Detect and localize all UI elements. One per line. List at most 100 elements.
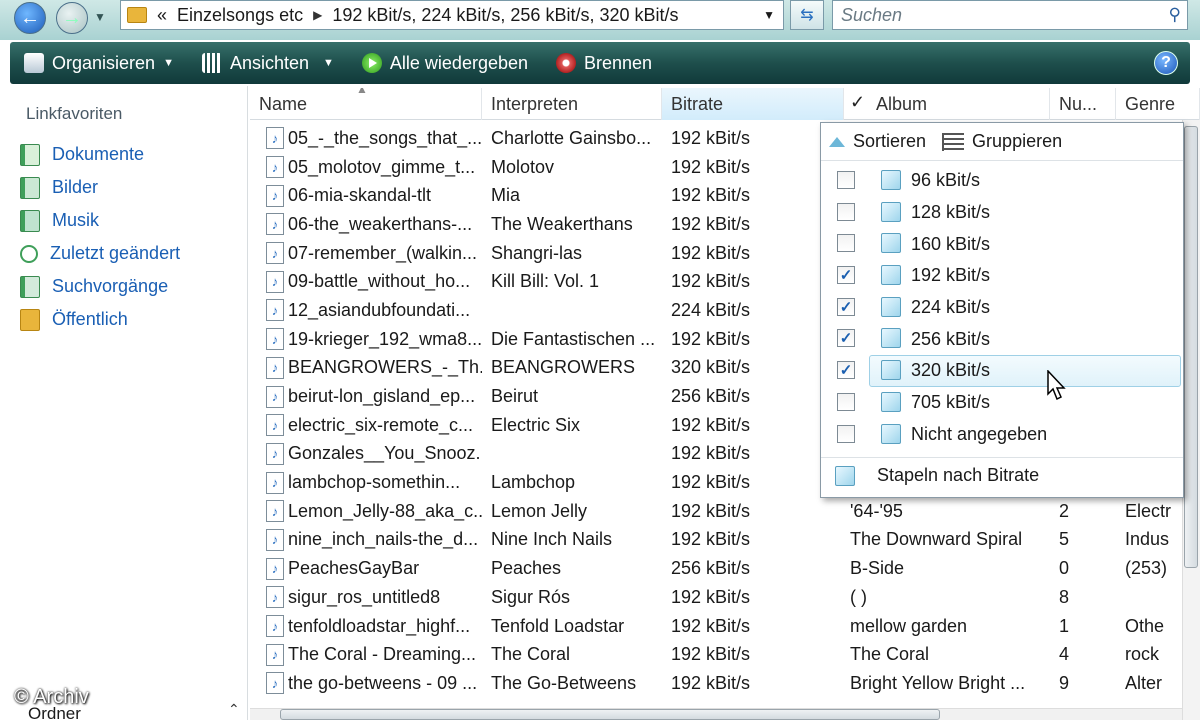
- cell-artist: Tenfold Loadstar: [482, 616, 662, 637]
- play-all-button[interactable]: Alle wiedergeben: [348, 42, 542, 84]
- filter-checkbox[interactable]: ✓: [837, 266, 855, 285]
- filter-option[interactable]: ✓ 320 kBit/s: [837, 355, 1181, 387]
- filter-option[interactable]: 96 kBit/s: [821, 165, 1183, 197]
- nav-item-recent[interactable]: Zuletzt geändert: [20, 237, 180, 270]
- nav-item-pictures[interactable]: Bilder: [20, 171, 180, 204]
- views-button[interactable]: Ansichten ▼: [188, 42, 348, 84]
- filter-option[interactable]: 128 kBit/s: [821, 197, 1183, 229]
- cell-artist: Lemon Jelly: [482, 501, 662, 522]
- audio-file-icon: ♪: [266, 615, 284, 638]
- cell-album-text: B-Side: [850, 558, 905, 579]
- breadcrumb-separator-icon[interactable]: ▶: [313, 8, 322, 22]
- back-button[interactable]: ←: [14, 2, 46, 34]
- command-bar: Organisieren ▼ Ansichten ▼ Alle wiederge…: [10, 42, 1190, 84]
- column-header-name[interactable]: Name ▲: [250, 88, 482, 120]
- table-row[interactable]: ♪ nine_inch_nails-the_d... Nine Inch Nails…: [250, 526, 1200, 555]
- group-button[interactable]: Gruppieren: [942, 131, 1062, 152]
- cell-name: ♪ PeachesGayBar: [250, 557, 482, 580]
- filter-option[interactable]: Nicht angegeben: [821, 419, 1183, 451]
- filter-option-label: 256 kBit/s: [911, 328, 991, 349]
- table-row[interactable]: ♪ the go-betweens - 09 ... The Go-Betweens…: [250, 669, 1200, 698]
- cell-artist-text: The Weakerthans: [491, 213, 633, 234]
- cell-name: ♪ sigur_ros_untitled8: [250, 586, 482, 609]
- organize-button[interactable]: Organisieren ▼: [10, 42, 188, 84]
- search-input[interactable]: Suchen ⚲: [832, 0, 1188, 30]
- column-header-album[interactable]: ✓ Album: [844, 88, 1050, 120]
- stack-by-bitrate-button[interactable]: Stapeln nach Bitrate: [835, 465, 1039, 486]
- audio-file-icon: ♪: [266, 127, 284, 150]
- chevron-down-icon: ▼: [323, 57, 334, 69]
- forward-button[interactable]: →: [56, 2, 88, 34]
- sort-button[interactable]: Sortieren: [829, 131, 926, 152]
- filter-checkbox[interactable]: [837, 171, 855, 189]
- cell-bitrate: 192 kBit/s: [662, 501, 844, 522]
- menu-divider: [821, 457, 1183, 458]
- filter-option[interactable]: ✓ 256 kBit/s: [821, 323, 1183, 355]
- filter-option[interactable]: 160 kBit/s: [821, 228, 1183, 260]
- chevron-up-icon[interactable]: ⌃: [228, 701, 240, 718]
- cell-bitrate-text: 192 kBit/s: [671, 500, 751, 521]
- column-header-artist[interactable]: Interpreten: [482, 88, 662, 120]
- cell-bitrate-text: 192 kBit/s: [671, 127, 751, 148]
- column-header-bitrate[interactable]: Bitrate: [662, 88, 844, 120]
- column-header-genre[interactable]: Genre: [1116, 88, 1200, 120]
- filter-checkbox[interactable]: ✓: [837, 329, 855, 348]
- pictures-icon: [20, 176, 40, 199]
- stack-icon: [881, 170, 901, 190]
- breadcrumb[interactable]: « Einzelsongs etc ▶ 192 kBit/s, 224 kBit…: [120, 0, 784, 30]
- cell-number-text: 2: [1059, 500, 1070, 521]
- table-row[interactable]: ♪ sigur_ros_untitled8 Sigur Rós 192 kBit/s (…: [250, 583, 1200, 612]
- stack-icon: [881, 201, 901, 222]
- filter-option[interactable]: ✓ 224 kBit/s: [821, 292, 1183, 324]
- filter-checkbox[interactable]: [837, 392, 855, 411]
- cell-artist: Lambchop: [482, 472, 662, 493]
- cell-artist-text: Kill Bill: Vol. 1: [491, 271, 600, 292]
- table-row[interactable]: ♪ PeachesGayBar Peaches 256 kBit/s B-Side 0 (2…: [250, 554, 1200, 583]
- nav-item-public[interactable]: Öffentlich: [20, 303, 180, 336]
- table-row[interactable]: ♪ Lemon_Jelly-88_aka_c... Lemon Jelly 192 k…: [250, 497, 1200, 526]
- group-label: Gruppieren: [972, 131, 1063, 151]
- column-label: Album: [876, 93, 928, 114]
- filter-option[interactable]: ✓ 192 kBit/s: [821, 260, 1183, 292]
- cell-name-text: 19-krieger_192_wma8...: [288, 328, 482, 349]
- cell-bitrate: 256 kBit/s: [662, 386, 844, 407]
- breadcrumb-item-bitrates[interactable]: 192 kBit/s, 224 kBit/s, 256 kBit/s, 320 …: [332, 5, 678, 26]
- nav-item-searches[interactable]: Suchvorgänge: [20, 270, 180, 303]
- search-icon[interactable]: ⚲: [1169, 5, 1181, 25]
- table-row[interactable]: ♪ The Coral - Dreaming... The Coral 192 kBi…: [250, 640, 1200, 669]
- cell-artist: Peaches: [482, 558, 662, 579]
- cell-name: ♪ 12_asiandubfoundati...: [250, 299, 482, 322]
- burn-button[interactable]: Brennen: [542, 42, 666, 84]
- horizontal-scroll-thumb[interactable]: [280, 709, 940, 720]
- cell-bitrate-text: 192 kBit/s: [671, 213, 751, 234]
- breadcrumb-item-einzelsongs[interactable]: Einzelsongs etc: [177, 5, 303, 26]
- filter-checkbox[interactable]: [837, 424, 855, 443]
- cell-name-text: nine_inch_nails-the_d...: [288, 529, 479, 550]
- navigation-pane: Linkfavoriten Dokumente Bilder Musik Zul…: [10, 86, 248, 720]
- column-header-number[interactable]: Nu...: [1050, 88, 1116, 120]
- cell-album: B-Side: [844, 558, 1050, 579]
- history-dropdown-icon[interactable]: ▼: [94, 10, 106, 24]
- address-dropdown-icon[interactable]: ▼: [763, 8, 775, 22]
- stack-icon: [881, 265, 901, 286]
- filter-checkbox[interactable]: ✓: [837, 361, 855, 380]
- stack-icon: [881, 360, 901, 381]
- refresh-button[interactable]: ⇆: [790, 0, 824, 30]
- nav-item-music[interactable]: Musik: [20, 204, 180, 237]
- table-row[interactable]: ♪ tenfoldloadstar_highf... Tenfold Loadsta…: [250, 612, 1200, 641]
- filter-checkbox[interactable]: [837, 234, 855, 253]
- cell-artist-text: Molotov: [491, 156, 555, 177]
- audio-file-icon: ♪: [266, 528, 284, 551]
- help-button[interactable]: ?: [1154, 51, 1178, 75]
- vertical-scroll-thumb[interactable]: [1184, 126, 1198, 568]
- cell-bitrate: 192 kBit/s: [662, 243, 844, 264]
- audio-file-icon: ♪: [266, 156, 284, 179]
- cell-name-text: The Coral - Dreaming...: [288, 644, 477, 665]
- breadcrumb-overflow[interactable]: «: [157, 5, 167, 26]
- audio-file-icon: ♪: [266, 184, 284, 207]
- filter-option[interactable]: 705 kBit/s: [821, 387, 1183, 419]
- filter-checkbox[interactable]: ✓: [837, 297, 855, 316]
- nav-item-documents[interactable]: Dokumente: [20, 138, 180, 171]
- filter-checkbox[interactable]: [837, 202, 855, 221]
- cell-artist: Charlotte Gainsbo...: [482, 128, 662, 149]
